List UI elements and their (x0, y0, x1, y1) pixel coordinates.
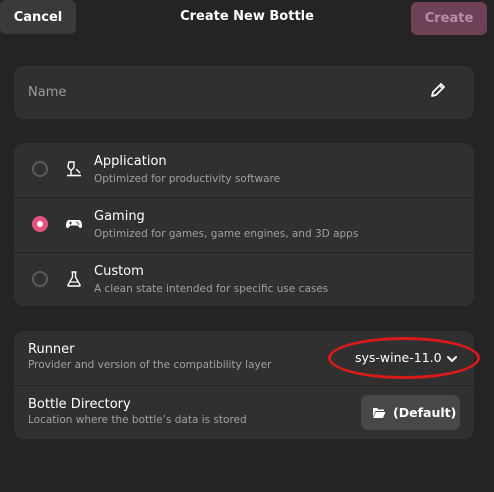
environment-option-custom[interactable]: Custom A clean state intended for specif… (14, 253, 474, 307)
folder-open-icon (373, 408, 386, 418)
environment-subtitle: Optimized for games, game engines, and 3… (94, 228, 359, 240)
name-placeholder: Name (28, 85, 67, 100)
runner-subtitle: Provider and version of the compatibilit… (28, 359, 272, 371)
radio-custom[interactable] (32, 271, 48, 287)
gamepad-icon (66, 220, 82, 229)
annotation-ellipse (328, 337, 480, 379)
bottle-directory-button[interactable]: (Default) (361, 395, 460, 430)
name-field[interactable]: Name (14, 66, 474, 119)
environment-title: Application (94, 154, 167, 169)
runner-title: Runner (28, 342, 75, 357)
pencil-icon[interactable] (429, 81, 447, 99)
wine-glass-icon (67, 161, 81, 177)
environment-subtitle: Optimized for productivity software (94, 173, 281, 185)
environment-option-gaming[interactable]: Gaming Optimized for games, game engines… (14, 198, 474, 252)
environment-subtitle: A clean state intended for specific use … (94, 283, 329, 295)
radio-gaming[interactable] (32, 216, 48, 232)
environment-list: Application Optimized for productivity s… (14, 143, 474, 306)
environment-title: Gaming (94, 209, 145, 224)
bottle-directory-label: (Default) (393, 405, 457, 420)
create-button[interactable]: Create (411, 2, 487, 35)
flask-icon (67, 271, 81, 287)
bottle-directory-title: Bottle Directory (28, 397, 131, 412)
bottle-directory-subtitle: Location where the bottle’s data is stor… (28, 414, 247, 426)
environment-title: Custom (94, 264, 144, 279)
radio-application[interactable] (32, 161, 48, 177)
environment-option-application[interactable]: Application Optimized for productivity s… (14, 143, 474, 197)
header-bar: Cancel Create New Bottle Create (0, 0, 494, 35)
